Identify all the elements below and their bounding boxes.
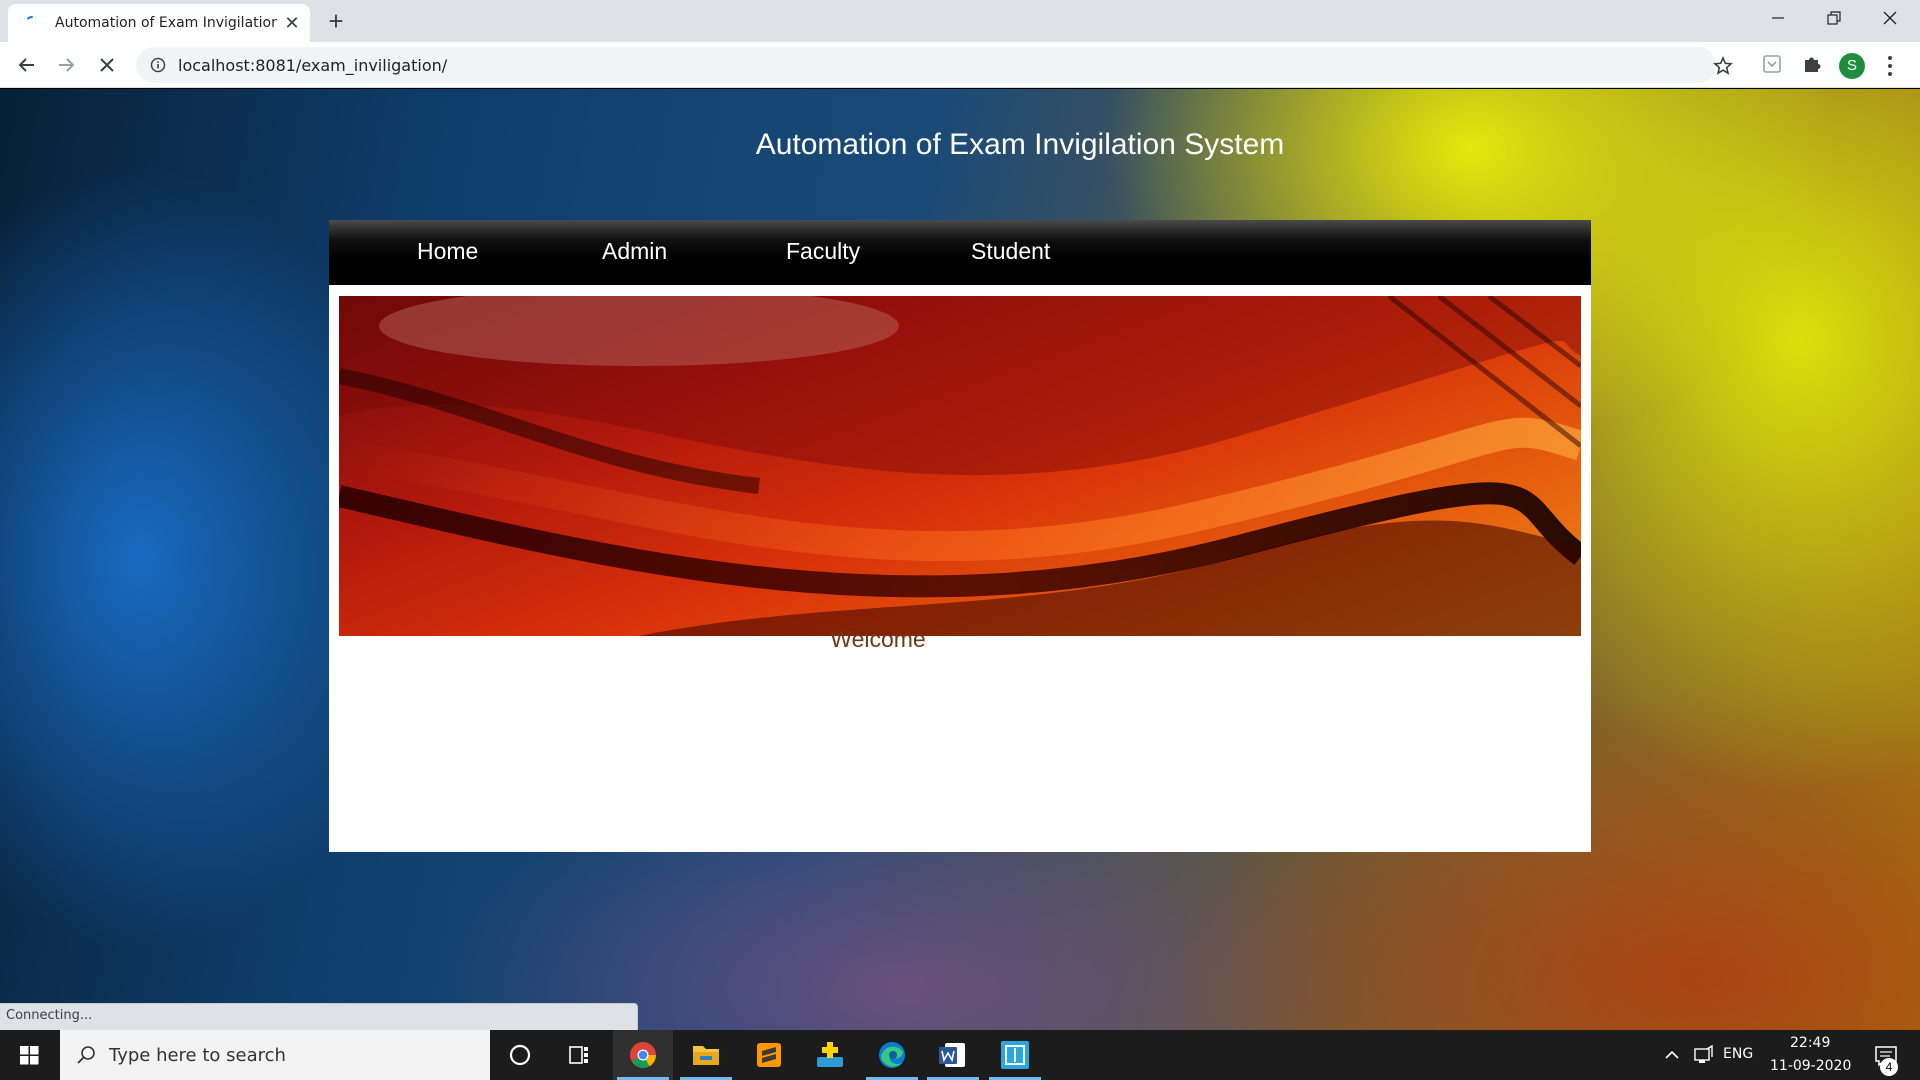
- site-info-icon[interactable]: [150, 57, 166, 73]
- clock-time[interactable]: 22:49: [1790, 1035, 1830, 1051]
- stop-loading-icon[interactable]: [94, 52, 120, 78]
- browser-tab[interactable]: Automation of Exam Invigilation ✕: [8, 4, 310, 42]
- status-bubble: Connecting...: [0, 1003, 638, 1030]
- loading-spinner-icon: [27, 15, 33, 20]
- tab-close-icon[interactable]: ✕: [282, 13, 302, 33]
- taskbar-search-box[interactable]: Type here to search: [60, 1030, 490, 1080]
- browser-tab-strip: Automation of Exam Invigilation ✕ +: [0, 0, 1920, 42]
- app-installer-button[interactable]: [800, 1030, 860, 1080]
- profile-avatar[interactable]: S: [1839, 53, 1865, 79]
- forward-arrow-icon[interactable]: [53, 52, 79, 78]
- snip-button[interactable]: [985, 1030, 1045, 1080]
- back-arrow-icon[interactable]: [14, 52, 40, 78]
- windows-start-icon[interactable]: [0, 1030, 60, 1080]
- sublime-text-button[interactable]: [739, 1030, 799, 1080]
- nav-faculty-link[interactable]: Faculty: [786, 238, 860, 265]
- search-placeholder: Type here to search: [109, 1045, 286, 1066]
- language-indicator[interactable]: ENG: [1723, 1046, 1753, 1062]
- bookmark-star-icon[interactable]: [1712, 55, 1734, 77]
- extensions-puzzle-icon[interactable]: [1799, 51, 1825, 77]
- nav-student-link[interactable]: Student: [971, 238, 1050, 265]
- cortana-button[interactable]: [490, 1030, 550, 1080]
- word-icon: [939, 1043, 965, 1067]
- url-text[interactable]: localhost:8081/exam_inviligation/: [178, 56, 447, 75]
- restore-icon[interactable]: [1806, 0, 1862, 38]
- nav-admin-link[interactable]: Admin: [602, 238, 667, 265]
- page-viewport: Automation of Exam Invigilation System H…: [0, 89, 1920, 1030]
- task-view-icon: [569, 1046, 588, 1064]
- app-installer-icon: [817, 1042, 843, 1067]
- notification-count-badge: 4: [1880, 1058, 1898, 1076]
- chrome-taskbar-button[interactable]: [613, 1030, 673, 1080]
- address-bar[interactable]: localhost:8081/exam_inviligation/: [136, 47, 1733, 83]
- welcome-text: Welcome: [830, 626, 926, 652]
- banner-image: [339, 296, 1581, 636]
- show-hidden-icons-chevron-icon[interactable]: [1660, 1030, 1684, 1080]
- main-navigation: Home Admin Faculty Student: [329, 220, 1591, 285]
- word-button[interactable]: [923, 1030, 983, 1080]
- pocket-extension-icon[interactable]: [1759, 51, 1785, 77]
- network-icon[interactable]: [1690, 1030, 1716, 1080]
- nav-home-link[interactable]: Home: [417, 238, 478, 265]
- edge-icon: [879, 1042, 905, 1068]
- close-window-icon[interactable]: [1862, 0, 1918, 38]
- clock-date[interactable]: 11-09-2020: [1770, 1058, 1851, 1074]
- more-menu-icon[interactable]: [1884, 54, 1896, 78]
- abstract-wave-artwork: [339, 296, 1581, 636]
- sublime-text-icon: [757, 1043, 781, 1067]
- tab-title: Automation of Exam Invigilation: [55, 15, 277, 31]
- content-frame: Home Admin Faculty Student Welcome: [329, 220, 1591, 852]
- new-tab-icon[interactable]: +: [322, 7, 350, 35]
- windows-taskbar: Type here to search: [0, 1030, 1920, 1080]
- file-explorer-icon: [693, 1046, 719, 1065]
- search-icon: [77, 1046, 95, 1064]
- minimize-icon[interactable]: [1750, 0, 1806, 38]
- cortana-icon: [509, 1044, 531, 1066]
- task-view-button[interactable]: [550, 1030, 610, 1080]
- snip-icon: [1001, 1041, 1029, 1069]
- chrome-icon: [630, 1042, 657, 1068]
- edge-button[interactable]: [862, 1030, 922, 1080]
- page-title: Automation of Exam Invigilation System: [755, 128, 1285, 161]
- browser-toolbar: localhost:8081/exam_inviligation/ S: [0, 42, 1920, 88]
- file-explorer-button[interactable]: [676, 1030, 736, 1080]
